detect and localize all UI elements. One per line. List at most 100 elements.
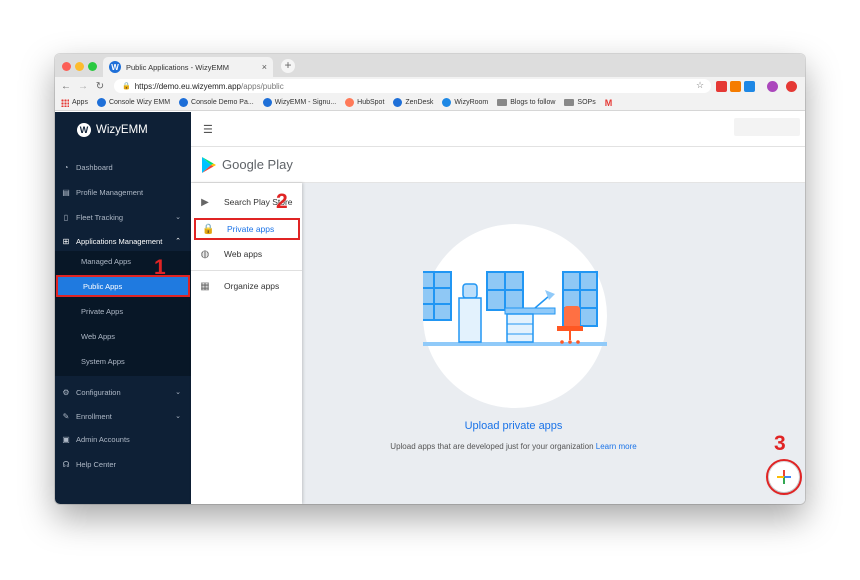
chevron-up-icon: ⌃ [175,238,181,245]
folder-icon [497,99,508,106]
zendesk-icon [393,98,403,107]
sidebar-item-fleet-tracking[interactable]: ▯ Fleet Tracking ⌄ [55,207,191,227]
wizyemm-icon [179,98,189,107]
google-play-logo-icon [202,156,216,173]
callout-2: 2 [276,190,288,213]
submenu-public-apps[interactable]: Public Apps [56,275,190,297]
brand-name: WizyEMM [96,124,148,136]
bookmark-hubspot[interactable]: HubSpot [345,98,384,107]
brand[interactable]: W WizyEMM [55,112,191,148]
submenu-web-apps[interactable]: Web Apps [55,326,191,346]
gmail-bookmark[interactable]: M [605,98,613,108]
profile-icon: ▤ [62,187,70,197]
lock-icon: 🔒 [122,83,131,90]
tab-title: Public Applications - WizyEMM [126,62,229,72]
browser-toolbar: ← → ↻ 🔒 https://demo.eu.wizyemm.app/apps… [55,77,805,95]
new-tab-button[interactable]: + [281,59,295,73]
chevron-down-icon: ⌄ [175,389,181,396]
chevron-down-icon: ⌄ [175,214,181,221]
bookmark-wizyemm-signup[interactable]: WizyEMM - Signu... [262,98,336,107]
sidebar-item-help-center[interactable]: ☊ Help Center [55,454,191,474]
add-app-button[interactable] [766,459,802,495]
address-bar[interactable]: 🔒 https://demo.eu.wizyemm.app/apps/publi… [114,79,711,93]
bookmark-wizyroom[interactable]: WizyRoom [442,98,488,107]
bookmark-console-demo[interactable]: Console Demo Pa... [179,98,254,107]
plus-icon [777,470,791,484]
sidebar-item-profile-management[interactable]: ▤ Profile Management [55,182,191,202]
menu-collapse-icon[interactable]: ☰ [203,123,213,136]
learn-more-link[interactable]: Learn more [596,442,637,451]
bookmarks-bar: Apps Console Wizy EMM Console Demo Pa...… [55,95,805,111]
wizyroom-icon [442,98,452,107]
content-panel: Upload private apps Upload apps that are… [302,183,805,504]
maximize-window-icon[interactable] [88,62,97,71]
back-arrow-icon[interactable]: ← [60,81,72,92]
top-bar-search[interactable] [734,118,800,136]
admin-icon: ▣ [62,434,70,444]
nav-divider [191,270,302,271]
extension-icon[interactable] [744,81,755,92]
browser-tab[interactable]: W Public Applications - WizyEMM × [103,57,273,77]
folder-icon [564,99,575,106]
upload-subtitle: Upload apps that are developed just for … [390,442,637,451]
sidebar: W WizyEMM ◔ Dashboard ▤ Profile Management… [55,112,191,504]
extension-icon[interactable] [730,81,741,92]
sidebar-item-dashboard[interactable]: ◔ Dashboard [55,157,191,177]
sidebar-item-configuration[interactable]: ⚙ Configuration ⌄ [55,382,191,402]
extension-icon[interactable] [786,81,797,92]
submenu-managed-apps[interactable]: Managed Apps [55,251,191,271]
close-window-icon[interactable] [62,62,71,71]
callout-1: 1 [154,256,166,279]
nav-web-apps[interactable]: ◍ Web apps [191,243,302,265]
gmail-icon: M [604,97,613,108]
browser-window: W Public Applications - WizyEMM × + ← → … [55,54,805,504]
wizyemm-logo-icon: W [77,123,91,137]
chevron-down-icon: ⌄ [175,413,181,420]
phone-icon: ▯ [63,212,69,222]
organize-grid-icon: ▦ [200,280,210,292]
bookmark-zendesk[interactable]: ZenDesk [393,98,433,107]
dashboard-icon: ◔ [63,162,69,172]
submenu-private-apps[interactable]: Private Apps [55,301,191,321]
bookmark-blogs[interactable]: Blogs to follow [497,99,555,106]
bookmark-apps[interactable]: Apps [61,98,88,107]
main-area: ☰ Google Play ▶ Search Play Store 🔒 Privat… [191,112,805,504]
app-body: W WizyEMM ◔ Dashboard ▤ Profile Management… [55,112,805,504]
tab-strip: W Public Applications - WizyEMM × + [55,54,805,77]
google-play-nav: ▶ Search Play Store 🔒 Private apps ◍ Web ap… [191,183,302,504]
bookmark-console-wizy[interactable]: Console Wizy EMM [96,98,170,107]
google-play-title: Google Play [222,157,293,172]
nav-private-apps[interactable]: 🔒 Private apps [194,218,300,240]
callout-3: 3 [774,432,786,455]
office-illustration [413,224,613,408]
sidebar-item-enrollment[interactable]: ✎ Enrollment ⌄ [55,406,191,426]
top-bar: ☰ [191,112,805,147]
wizyemm-icon [96,98,106,107]
hubspot-icon [345,98,355,107]
applications-submenu: Managed Apps Public Apps Private Apps We… [55,251,191,376]
reload-icon[interactable]: ↻ [94,81,106,92]
play-search-icon: ▶ [201,196,209,208]
lock-icon: 🔒 [202,223,215,235]
submenu-system-apps[interactable]: System Apps [55,351,191,371]
bookmark-star-icon[interactable]: ☆ [696,80,704,91]
nav-organize-apps[interactable]: ▦ Organize apps [191,275,302,297]
edit-icon: ✎ [62,411,70,421]
sidebar-item-applications-management[interactable]: ⊞ Applications Management ⌃ [55,231,191,251]
headset-icon: ☊ [62,459,70,469]
wizyemm-icon [262,98,272,107]
sidebar-item-admin-accounts[interactable]: ▣ Admin Accounts [55,429,191,449]
url-text: https://demo.eu.wizyemm.app/apps/public [134,81,284,91]
google-play-header: Google Play [191,147,805,183]
wizyemm-favicon-icon: W [109,61,121,73]
upload-title: Upload private apps [464,420,563,432]
tab-close-icon[interactable]: × [262,62,267,72]
gear-icon: ⚙ [62,387,70,397]
extension-icon[interactable] [716,81,727,92]
minimize-window-icon[interactable] [75,62,84,71]
forward-arrow-icon[interactable]: → [77,81,89,92]
profile-avatar-icon[interactable] [767,81,778,92]
apps-icon: ⊞ [62,236,70,246]
globe-icon: ◍ [200,248,210,260]
bookmark-sops[interactable]: SOPs [564,99,596,106]
